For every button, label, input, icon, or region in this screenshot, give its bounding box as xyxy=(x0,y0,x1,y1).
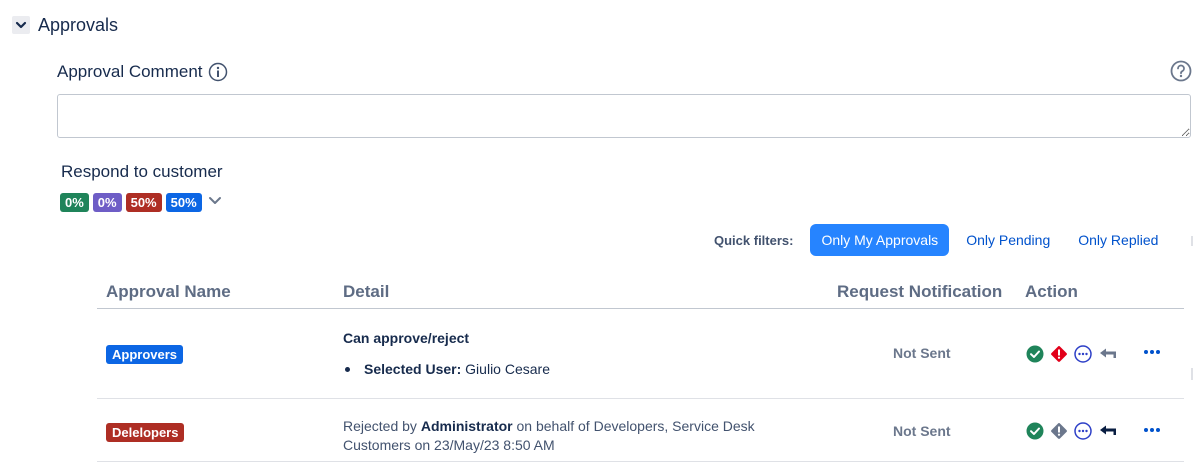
row-divider xyxy=(97,461,1184,462)
detail-prefix: Rejected by xyxy=(343,418,417,434)
filter-only-replied[interactable]: Only Replied xyxy=(1067,224,1169,256)
respond-to-customer-label: Respond to customer xyxy=(61,162,223,181)
table-row: Delelopers Rejected by Administrator on … xyxy=(97,399,1184,463)
approvals-section-header[interactable]: Approvals xyxy=(12,12,118,38)
detail-actor: Administrator xyxy=(420,418,513,434)
row-actions xyxy=(1026,345,1124,363)
approve-check-icon[interactable] xyxy=(1026,422,1044,440)
comment-ellipsis-icon[interactable] xyxy=(1074,345,1092,363)
badge-2: 50% xyxy=(125,193,162,212)
bullet xyxy=(345,366,350,372)
expand-chevron-icon[interactable] xyxy=(208,194,222,208)
help-icon[interactable] xyxy=(1170,60,1192,87)
progress-badges: 0% 0% 50% 50% xyxy=(60,193,222,212)
header-action: Action xyxy=(1025,282,1078,301)
header-request-notification: Request Notification xyxy=(837,282,1003,301)
reply-arrow-icon[interactable] xyxy=(1098,345,1118,363)
table-row: Approvers Can approve/reject Selected Us… xyxy=(97,309,1184,399)
badge-1: 0% xyxy=(92,193,122,212)
approval-comment-label-text: Approval Comment xyxy=(57,62,203,81)
more-options-icon[interactable] xyxy=(1143,348,1161,356)
approve-check-icon[interactable] xyxy=(1026,345,1044,363)
notification-status: Not Sent xyxy=(893,345,951,361)
row-actions xyxy=(1026,422,1124,440)
badge-0: 0% xyxy=(60,193,89,212)
chevron-down-icon[interactable] xyxy=(12,16,30,34)
header-approval-name: Approval Name xyxy=(106,282,231,301)
section-title: Approvals xyxy=(38,14,119,35)
badge-3: 50% xyxy=(165,193,202,212)
filter-only-my-approvals[interactable]: Only My Approvals xyxy=(810,224,950,256)
filter-only-pending[interactable]: Only Pending xyxy=(955,224,1061,256)
approval-comment-label: Approval Comment xyxy=(57,62,228,82)
approval-name-lozenge: Delelopers xyxy=(106,423,185,442)
comment-ellipsis-icon[interactable] xyxy=(1074,422,1092,440)
reply-arrow-icon[interactable] xyxy=(1098,422,1118,440)
header-detail: Detail xyxy=(343,282,390,301)
reject-exclamation-icon[interactable] xyxy=(1050,422,1068,440)
more-options-icon[interactable] xyxy=(1143,426,1161,434)
quick-filters: Quick filters: Only My Approvals Only Pe… xyxy=(714,224,1175,256)
notification-status: Not Sent xyxy=(893,423,951,439)
detail-rejection-text: Rejected by Administrator on behalf of D… xyxy=(343,417,813,455)
detail-title: Can approve/reject xyxy=(343,330,470,346)
detail-key: Selected User: xyxy=(364,361,462,377)
approval-name-lozenge: Approvers xyxy=(106,345,184,364)
detail-value: Giulio Cesare xyxy=(465,361,550,377)
detail-selected-user: Selected User: Giulio Cesare xyxy=(345,361,550,377)
approval-comment-input[interactable] xyxy=(57,94,1191,138)
info-icon[interactable] xyxy=(208,62,228,82)
reject-exclamation-icon[interactable] xyxy=(1050,345,1068,363)
quick-filters-label: Quick filters: xyxy=(714,232,794,248)
